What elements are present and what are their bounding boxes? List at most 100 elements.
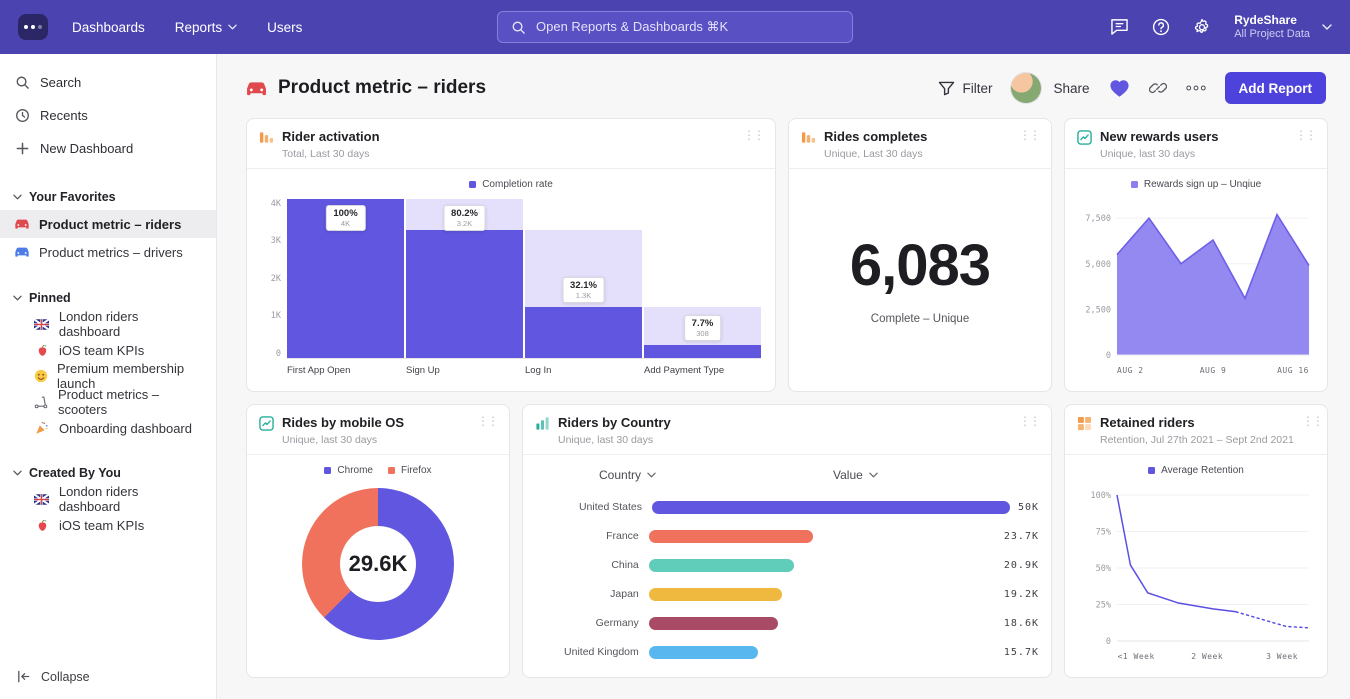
plus-icon xyxy=(14,141,30,156)
axis-tick: 7,500 xyxy=(1085,214,1111,224)
column-value[interactable]: Value xyxy=(833,468,878,482)
sidebar-new-dashboard[interactable]: New Dashboard xyxy=(0,132,216,165)
retention-line-solid xyxy=(1117,495,1236,612)
legend-swatch xyxy=(1131,181,1138,188)
chevron-down-icon xyxy=(869,472,878,478)
funnel-chart-icon xyxy=(259,130,274,145)
country-label: Japan xyxy=(535,588,649,600)
sidebar: Search Recents New Dashboard Your Favori… xyxy=(0,54,217,699)
funnel-bar xyxy=(525,307,642,358)
metric-value: 6,083 xyxy=(850,232,990,299)
help-icon[interactable] xyxy=(1152,18,1170,36)
collapse-sidebar-button[interactable]: Collapse xyxy=(0,669,216,684)
funnel-chart[interactable]: 4K3K2K1K0 100%4K80.2%3.2K32.1%1.3K7.7%30… xyxy=(261,199,761,359)
filter-funnel-icon xyxy=(938,81,955,96)
rewards-area-chart[interactable]: 7,5005,0002,5000AUG 2AUG 9AUG 16 xyxy=(1077,199,1315,385)
settings-gear-icon[interactable] xyxy=(1193,18,1211,36)
sidebar-item-ios-team-kpis-2[interactable]: iOS team KPIs xyxy=(0,512,216,538)
sidebar-item-product-metric-riders[interactable]: Product metric – riders xyxy=(0,210,216,238)
line-chart-svg: 100%75%50%25%0<1 Week2 Week3 Week xyxy=(1077,485,1315,671)
chevron-down-icon xyxy=(13,470,22,476)
chevron-down-icon xyxy=(1322,24,1332,30)
x-axis-label: First App Open xyxy=(287,365,404,376)
avatar[interactable] xyxy=(1011,73,1041,103)
sidebar-item-london-riders-dashboard-2[interactable]: London riders dashboard xyxy=(0,486,216,512)
drag-handle-icon[interactable]: ⋮⋮ xyxy=(1302,415,1322,427)
funnel-step[interactable]: 80.2%3.2K xyxy=(406,199,523,358)
scooter-icon xyxy=(34,395,49,409)
section-pinned[interactable]: Pinned xyxy=(0,285,216,311)
country-row: United States50K xyxy=(535,493,1039,522)
country-bar[interactable] xyxy=(649,617,778,630)
metric-caption: Complete – Unique xyxy=(871,313,969,325)
country-label: United States xyxy=(535,501,652,513)
country-bar[interactable] xyxy=(649,530,814,543)
favorite-heart-icon[interactable] xyxy=(1109,79,1130,98)
share-button[interactable]: Share xyxy=(1053,81,1089,96)
section-created-by-you[interactable]: Created By You xyxy=(0,460,216,486)
page-title: Product metric – riders xyxy=(245,77,486,99)
drag-handle-icon[interactable]: ⋮⋮ xyxy=(1019,415,1039,427)
funnel-value-callout: 32.1%1.3K xyxy=(562,277,605,303)
country-bar-track xyxy=(649,617,996,630)
sidebar-item-onboarding-dashboard[interactable]: Onboarding dashboard xyxy=(0,415,216,441)
clock-icon xyxy=(14,108,30,123)
country-bar-track xyxy=(649,646,996,659)
axis-tick: 3 Week xyxy=(1266,652,1298,661)
funnel-step[interactable]: 100%4K xyxy=(287,199,404,358)
sidebar-item-product-metrics-scooters[interactable]: Product metrics – scooters xyxy=(0,389,216,415)
card-grid: Rider activation Total, Last 30 days ⋮⋮ … xyxy=(246,118,1350,678)
area-chart-svg: 7,5005,0002,5000AUG 2AUG 9AUG 16 xyxy=(1077,199,1315,385)
nav-reports[interactable]: Reports xyxy=(175,20,237,35)
drag-handle-icon[interactable]: ⋮⋮ xyxy=(1295,129,1315,141)
search-icon xyxy=(511,20,526,35)
funnel-bar xyxy=(644,345,761,357)
sidebar-item-product-metrics-drivers[interactable]: Product metrics – drivers xyxy=(0,238,216,266)
sidebar-item-premium-membership-launch[interactable]: Premium membership launch xyxy=(0,363,216,389)
card-riders-by-country: Riders by Country Unique, last 30 days ⋮… xyxy=(522,404,1052,678)
country-value: 23.7K xyxy=(1004,531,1039,542)
country-row: Germany18.6K xyxy=(535,609,1039,638)
more-options-icon[interactable] xyxy=(1186,84,1206,92)
country-bar[interactable] xyxy=(649,646,758,659)
global-search-button[interactable]: Open Reports & Dashboards ⌘K xyxy=(497,11,853,43)
app-logo[interactable] xyxy=(18,14,48,40)
country-bar[interactable] xyxy=(649,588,782,601)
retention-line-chart[interactable]: 100%75%50%25%0<1 Week2 Week3 Week xyxy=(1077,485,1315,671)
feedback-icon[interactable] xyxy=(1110,18,1129,35)
card-rider-activation: Rider activation Total, Last 30 days ⋮⋮ … xyxy=(246,118,776,392)
retention-line-dashed xyxy=(1236,611,1309,627)
x-axis-label: Sign Up xyxy=(406,365,523,376)
add-report-button[interactable]: Add Report xyxy=(1225,72,1327,104)
project-switcher[interactable]: RydeShare All Project Data xyxy=(1234,13,1332,42)
drag-handle-icon[interactable]: ⋮⋮ xyxy=(477,415,497,427)
axis-tick: 100% xyxy=(1091,491,1111,501)
axis-tick: 75% xyxy=(1096,527,1111,537)
nav-dashboards[interactable]: Dashboards xyxy=(72,20,145,35)
copy-link-icon[interactable] xyxy=(1149,79,1167,97)
sidebar-item-london-riders-dashboard[interactable]: London riders dashboard xyxy=(0,311,216,337)
section-your-favorites[interactable]: Your Favorites xyxy=(0,184,216,210)
funnel-step[interactable]: 32.1%1.3K xyxy=(525,199,642,358)
axis-tick: 2,500 xyxy=(1085,305,1111,315)
apple-icon xyxy=(34,344,50,357)
sidebar-search[interactable]: Search xyxy=(0,66,216,99)
blue-car-icon xyxy=(14,246,30,258)
column-country[interactable]: Country xyxy=(599,468,656,482)
drag-handle-icon[interactable]: ⋮⋮ xyxy=(743,129,763,141)
funnel-bar xyxy=(406,230,523,358)
donut-chart[interactable]: 29.6K xyxy=(302,488,454,640)
filter-button[interactable]: Filter xyxy=(938,81,992,96)
country-row: Japan19.2K xyxy=(535,580,1039,609)
donut-total: 29.6K xyxy=(302,488,454,640)
sidebar-item-ios-team-kpis[interactable]: iOS team KPIs xyxy=(0,337,216,363)
card-rides-by-mobile-os: Rides by mobile OS Unique, last 30 days … xyxy=(246,404,510,678)
sidebar-recents[interactable]: Recents xyxy=(0,99,216,132)
country-row: United Kingdom15.7K xyxy=(535,638,1039,667)
drag-handle-icon[interactable]: ⋮⋮ xyxy=(1019,129,1039,141)
funnel-step[interactable]: 7.7%308 xyxy=(644,199,761,358)
country-bar[interactable] xyxy=(652,501,1010,514)
x-axis: First App OpenSign UpLog InAdd Payment T… xyxy=(287,365,761,376)
nav-users[interactable]: Users xyxy=(267,20,302,35)
country-bar[interactable] xyxy=(649,559,794,572)
